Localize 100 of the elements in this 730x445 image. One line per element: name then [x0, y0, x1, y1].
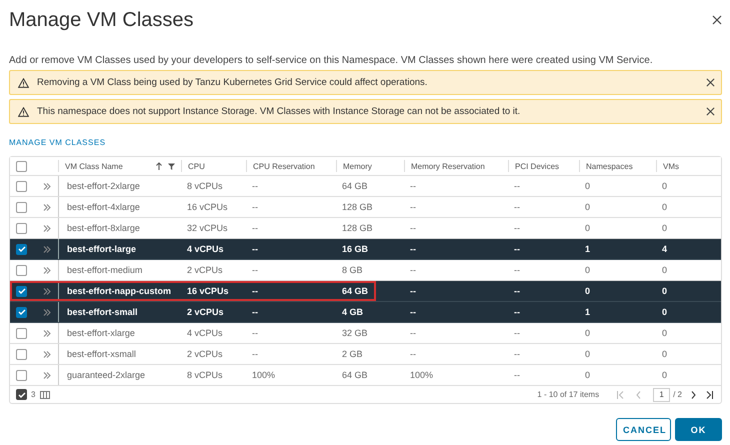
table-cell: 1 [585, 307, 590, 317]
table-cell: 0 [585, 265, 590, 275]
table-cell: 0 [662, 328, 668, 338]
alert-text: This namespace does not support Instance Storage. VM Classes with Instance Storage can not be associated to it. [37, 106, 522, 117]
row-checkbox[interactable] [16, 202, 27, 212]
table-cell: -- [514, 349, 520, 359]
expand-icon[interactable] [43, 372, 51, 378]
column-header[interactable]: Memory Reservation [404, 160, 508, 172]
expand-icon[interactable] [43, 224, 51, 232]
table-cell: 4 [662, 244, 668, 254]
last-page-icon[interactable] [706, 390, 713, 398]
row-checkbox[interactable] [16, 348, 27, 360]
expand-icon[interactable] [43, 308, 51, 316]
table-cell: -- [252, 202, 258, 212]
table-cell: 0 [585, 286, 590, 296]
close-icon [706, 107, 715, 116]
table-cell: -- [410, 349, 416, 359]
selected-count: 3 [31, 390, 36, 399]
close-icon [712, 15, 722, 25]
table-cell: -- [410, 307, 416, 317]
table-cell: 8 vCPUs [187, 370, 223, 380]
table-cell: -- [410, 265, 416, 275]
table-cell: 0 [585, 328, 590, 338]
table-cell: 100% [410, 370, 434, 380]
table-cell: best-effort-medium [67, 265, 142, 275]
table-cell: 4 vCPUs [187, 244, 224, 254]
close-button[interactable] [712, 15, 722, 25]
table-cell: 0 [585, 202, 590, 212]
table-cell: 64 GB [342, 286, 368, 296]
column-header[interactable]: VMs [656, 160, 723, 172]
expand-icon[interactable] [43, 350, 51, 358]
expand-icon[interactable] [43, 288, 51, 294]
table-cell: best-effort-small [67, 307, 138, 317]
expand-icon[interactable] [43, 266, 51, 274]
table-cell: -- [252, 349, 258, 359]
row-checkbox[interactable] [16, 244, 27, 254]
column-header[interactable]: VM Class Name [58, 160, 181, 172]
table-cell: -- [514, 307, 520, 317]
expand-icon[interactable] [43, 204, 51, 210]
table-cell: 0 [662, 223, 668, 233]
table-cell: -- [410, 181, 416, 191]
column-header[interactable]: Memory [336, 160, 404, 172]
cancel-button[interactable]: CANCEL [616, 418, 671, 441]
columns-toggle-icon[interactable] [40, 390, 50, 398]
filter-icon[interactable] [168, 162, 175, 170]
row-checkbox[interactable] [16, 264, 27, 276]
table-cell: -- [514, 244, 520, 254]
column-header[interactable]: PCI Devices [508, 160, 579, 172]
sort-up-icon[interactable] [156, 162, 162, 170]
table-cell: 0 [585, 349, 590, 359]
table-cell: -- [252, 286, 258, 296]
table-cell: 0 [585, 223, 590, 233]
select-all-checkbox[interactable] [16, 160, 27, 172]
expand-icon[interactable] [43, 246, 51, 252]
table-cell: 32 vCPUs [187, 223, 228, 233]
dialog-title: Manage VM Classes [9, 8, 194, 32]
table-cell: -- [514, 370, 520, 380]
table-cell: -- [252, 307, 258, 317]
column-header[interactable]: Namespaces [579, 160, 656, 172]
table-cell: 64 GB [342, 181, 368, 191]
table-cell: best-effort-large [67, 244, 136, 254]
dismiss-button[interactable] [706, 78, 715, 87]
table-cell: -- [410, 286, 416, 296]
page-total: / 2 [673, 390, 682, 399]
previous-page-icon[interactable] [636, 390, 642, 398]
first-page-icon[interactable] [617, 390, 624, 398]
table-cell: -- [252, 265, 258, 275]
table-cell: -- [252, 223, 258, 233]
table-cell: -- [410, 202, 416, 212]
expand-icon[interactable] [43, 330, 51, 336]
table-cell: 0 [662, 307, 668, 317]
ok-button[interactable]: OK [675, 418, 722, 441]
table-cell: 16 vCPUs [187, 286, 229, 296]
row-checkbox[interactable] [16, 286, 27, 296]
manage-vm-classes-link[interactable]: MANAGE VM CLASSES [9, 138, 106, 147]
warning-icon [18, 106, 29, 116]
row-checkbox[interactable] [16, 328, 27, 338]
alert-text: Removing a VM Class being used by Tanzu Kubernetes Grid Service could affect operations. [37, 77, 428, 88]
page-input[interactable]: 1 [653, 388, 670, 402]
table-cell: 4 vCPUs [187, 328, 223, 338]
table-cell: 64 GB [342, 370, 368, 380]
table-cell: 16 vCPUs [187, 202, 228, 212]
table-cell: best-effort-xsmall [67, 349, 136, 359]
table-cell: 16 GB [342, 244, 368, 254]
dismiss-button[interactable] [706, 107, 715, 116]
table-cell: 2 vCPUs [187, 265, 223, 275]
table-cell: -- [514, 202, 520, 212]
row-checkbox[interactable] [16, 180, 27, 192]
row-checkbox[interactable] [16, 306, 27, 318]
expand-icon[interactable] [43, 182, 51, 190]
table-cell: -- [514, 328, 520, 338]
row-checkbox[interactable] [16, 370, 27, 380]
table-cell: -- [410, 328, 416, 338]
table-cell: -- [252, 244, 258, 254]
column-header[interactable]: CPU Reservation [246, 160, 336, 172]
column-header[interactable]: CPU [181, 160, 246, 172]
next-page-icon[interactable] [691, 390, 696, 398]
row-checkbox[interactable] [16, 222, 27, 234]
selected-count-checkbox[interactable] [16, 389, 27, 400]
close-icon [706, 78, 715, 87]
